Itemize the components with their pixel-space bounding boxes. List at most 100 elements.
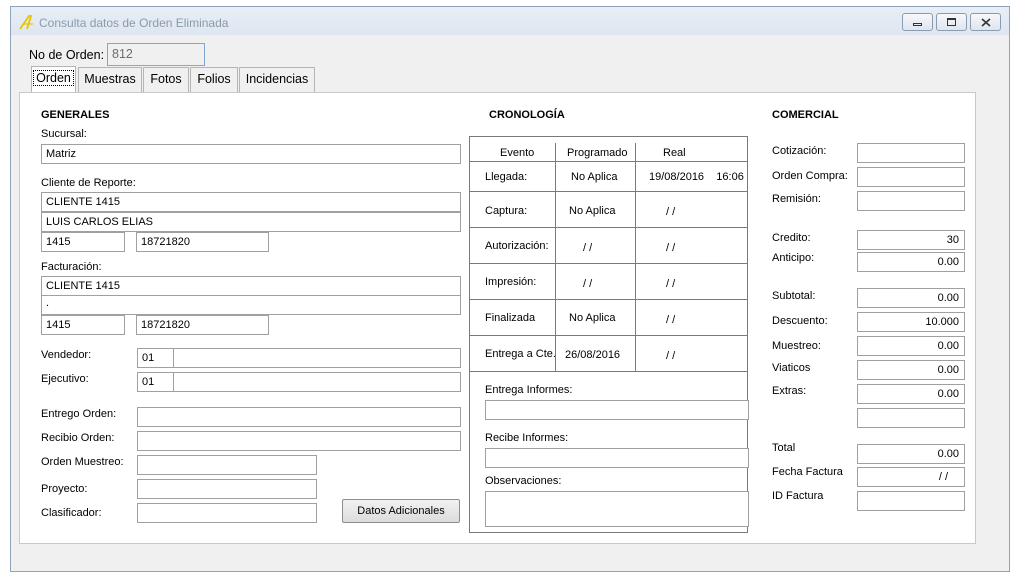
viaticos-field[interactable]: 0.00 bbox=[857, 360, 965, 380]
generales-title: GENERALES bbox=[41, 109, 110, 121]
cotizacion-field[interactable] bbox=[857, 143, 965, 163]
maximize-button[interactable] bbox=[936, 13, 967, 31]
maximize-icon bbox=[947, 18, 956, 26]
app-logo-icon bbox=[19, 15, 33, 30]
cotizacion-label: Cotización: bbox=[772, 145, 827, 157]
descuento-field[interactable]: 10.000 bbox=[857, 312, 965, 332]
crono-row-line bbox=[469, 335, 748, 336]
credito-label: Credito: bbox=[772, 232, 811, 244]
tab-muestras[interactable]: Muestras bbox=[78, 67, 142, 92]
tab-incidencias[interactable]: Incidencias bbox=[239, 67, 315, 92]
crono-evento: Entrega a Cte. bbox=[485, 348, 556, 360]
crono-evento: Autorización: bbox=[485, 240, 549, 252]
muestreo-field[interactable]: 0.00 bbox=[857, 336, 965, 356]
facturacion-name-field[interactable]: CLIENTE 1415 bbox=[41, 276, 461, 296]
cliente-name-field[interactable]: CLIENTE 1415 bbox=[41, 192, 461, 212]
order-number-label: No de Orden: bbox=[29, 48, 105, 62]
credito-field[interactable]: 30 bbox=[857, 230, 965, 250]
extras-field[interactable]: 0.00 bbox=[857, 384, 965, 404]
minimize-icon bbox=[913, 23, 922, 26]
orden-muestreo-field[interactable] bbox=[137, 455, 317, 475]
crono-row-line bbox=[469, 263, 748, 264]
ejecutivo-name-field[interactable] bbox=[173, 372, 461, 392]
crono-real: 19/08/2016 16:06 bbox=[649, 171, 744, 183]
crono-evento: Finalizada bbox=[485, 312, 536, 324]
crono-real: / / bbox=[666, 206, 676, 218]
observaciones-field[interactable] bbox=[485, 491, 749, 527]
entrega-informes-field[interactable] bbox=[485, 400, 749, 420]
orden-compra-label: Orden Compra: bbox=[772, 170, 848, 182]
tab-fotos[interactable]: Fotos bbox=[143, 67, 189, 92]
vendedor-label: Vendedor: bbox=[41, 349, 92, 361]
total-label: Total bbox=[772, 442, 796, 454]
facturacion-phone-field[interactable]: 18721820 bbox=[136, 315, 269, 335]
sucursal-label: Sucursal: bbox=[41, 128, 87, 140]
muestreo-label: Muestreo: bbox=[772, 340, 821, 352]
facturacion-contact-field[interactable]: . bbox=[41, 295, 461, 315]
facturacion-number-field[interactable]: 1415 bbox=[41, 315, 125, 335]
crono-col-line bbox=[635, 143, 636, 372]
remision-label: Remisión: bbox=[772, 193, 821, 205]
crono-col-line bbox=[555, 143, 556, 372]
id-factura-field[interactable] bbox=[857, 491, 965, 511]
crono-programado: / / bbox=[583, 242, 593, 254]
crono-real: / / bbox=[666, 314, 676, 326]
proyecto-label: Proyecto: bbox=[41, 483, 88, 495]
close-icon bbox=[980, 17, 991, 27]
vendedor-name-field[interactable] bbox=[173, 348, 461, 368]
crono-row-line bbox=[469, 371, 748, 372]
orden-muestreo-label: Orden Muestreo: bbox=[41, 456, 124, 468]
tab-folios[interactable]: Folios bbox=[190, 67, 238, 92]
observaciones-label: Observaciones: bbox=[485, 475, 562, 487]
vendedor-code-field[interactable]: 01 bbox=[137, 348, 174, 368]
entrego-orden-label: Entrego Orden: bbox=[41, 408, 117, 420]
descuento-label: Descuento: bbox=[772, 315, 828, 327]
comercial-title: COMERCIAL bbox=[772, 109, 839, 121]
crono-header-evento: Evento bbox=[500, 147, 535, 159]
crono-real: / / bbox=[666, 242, 676, 254]
order-number-field[interactable]: 812 bbox=[107, 43, 205, 66]
fecha-factura-field[interactable]: / / bbox=[857, 467, 965, 487]
id-factura-label: ID Factura bbox=[772, 490, 824, 502]
cliente-number-field[interactable]: 1415 bbox=[41, 232, 125, 252]
crono-programado: No Aplica bbox=[571, 171, 618, 183]
crono-header-real: Real bbox=[663, 147, 686, 159]
crono-programado: 26/08/2016 bbox=[565, 349, 621, 361]
remision-field[interactable] bbox=[857, 191, 965, 211]
entrego-orden-field[interactable] bbox=[137, 407, 461, 427]
total-field[interactable]: 0.00 bbox=[857, 444, 965, 464]
extras-extra-field[interactable] bbox=[857, 408, 965, 428]
sucursal-field[interactable]: Matriz bbox=[41, 144, 461, 164]
anticipo-field[interactable]: 0.00 bbox=[857, 252, 965, 272]
crono-real: / / bbox=[666, 350, 676, 362]
datos-adicionales-button[interactable]: Datos Adicionales bbox=[342, 499, 460, 523]
minimize-button[interactable] bbox=[902, 13, 933, 31]
crono-programado: / / bbox=[583, 278, 593, 290]
crono-header-programado: Programado bbox=[567, 147, 628, 159]
subtotal-field[interactable]: 0.00 bbox=[857, 288, 965, 308]
fecha-factura-label: Fecha Factura bbox=[772, 466, 843, 478]
cliente-contact-field[interactable]: LUIS CARLOS ELIAS bbox=[41, 212, 461, 232]
crono-header-line bbox=[469, 161, 748, 162]
crono-row-line bbox=[469, 299, 748, 300]
facturacion-label: Facturación: bbox=[41, 261, 102, 273]
crono-programado: No Aplica bbox=[569, 205, 616, 217]
orden-compra-field[interactable] bbox=[857, 167, 965, 187]
ejecutivo-code-field[interactable]: 01 bbox=[137, 372, 174, 392]
clasificador-field[interactable] bbox=[137, 503, 317, 523]
anticipo-label: Anticipo: bbox=[772, 252, 815, 264]
recibe-informes-field[interactable] bbox=[485, 448, 749, 468]
window-title: Consulta datos de Orden Eliminada bbox=[39, 16, 229, 30]
crono-evento: Llegada: bbox=[485, 171, 528, 183]
clasificador-label: Clasificador: bbox=[41, 507, 102, 519]
subtotal-label: Subtotal: bbox=[772, 290, 816, 302]
proyecto-field[interactable] bbox=[137, 479, 317, 499]
crono-evento: Captura: bbox=[485, 205, 528, 217]
title-bar[interactable]: Consulta datos de Orden Eliminada bbox=[11, 7, 1009, 35]
cliente-phone-field[interactable]: 18721820 bbox=[136, 232, 269, 252]
extras-label: Extras: bbox=[772, 385, 807, 397]
crono-real: / / bbox=[666, 278, 676, 290]
close-button[interactable] bbox=[970, 13, 1001, 31]
recibio-orden-field[interactable] bbox=[137, 431, 461, 451]
tab-orden[interactable]: Orden bbox=[31, 66, 76, 93]
